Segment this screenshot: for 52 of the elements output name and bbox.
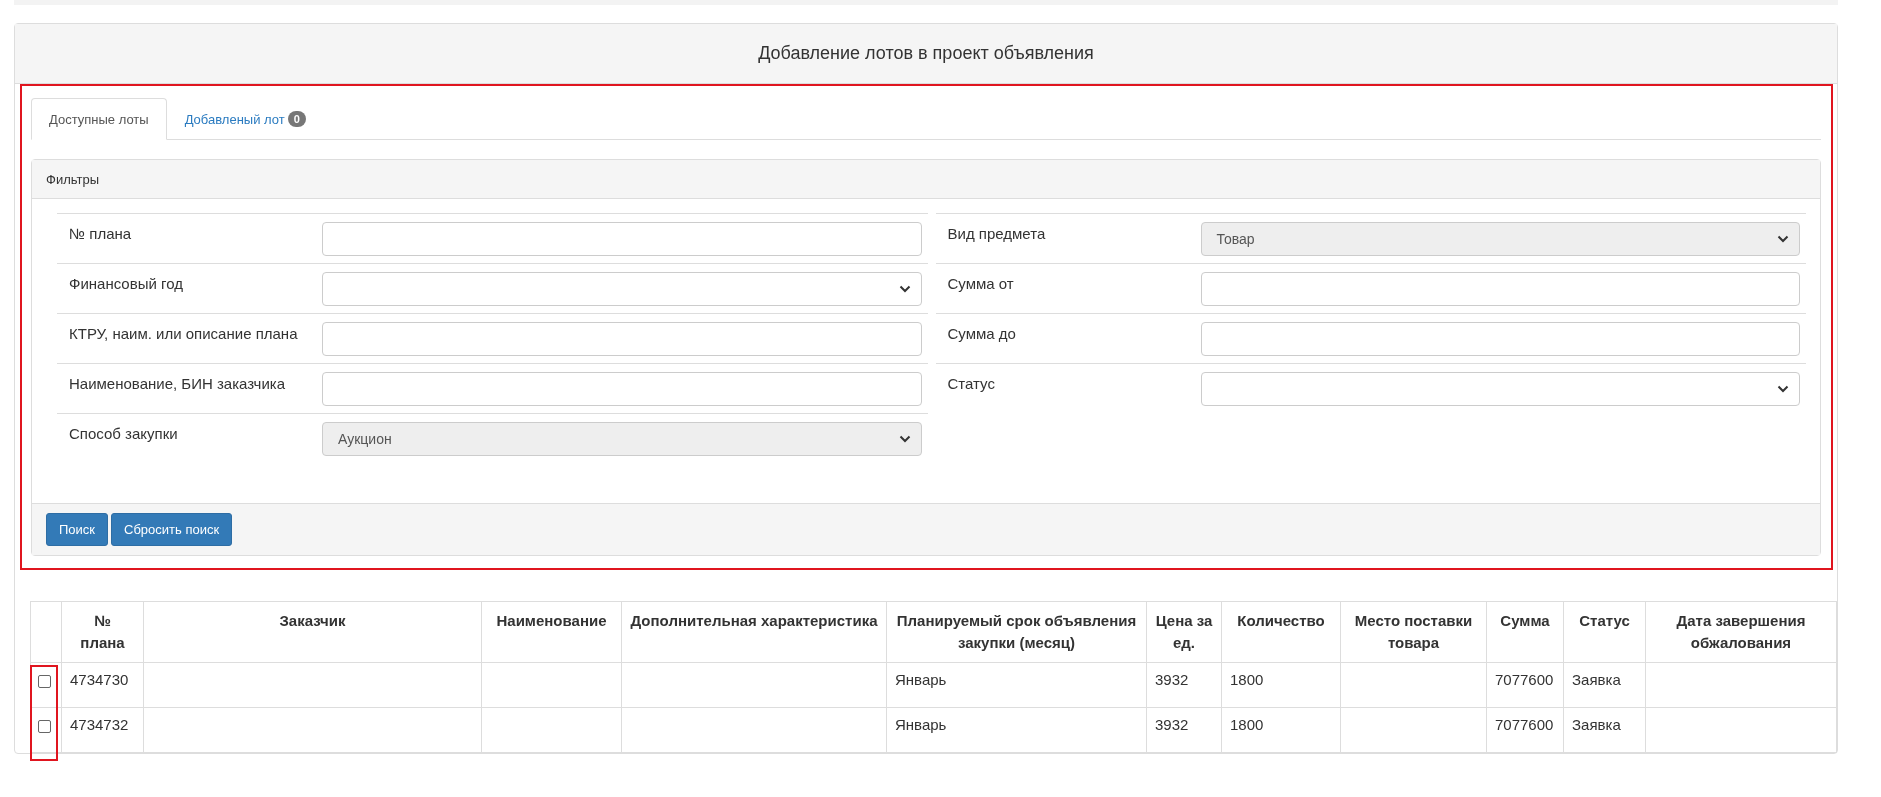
- chevron-down-icon: [1777, 385, 1789, 393]
- column-header: Цена за ед.: [1146, 601, 1222, 663]
- table-cell: Январь: [886, 662, 1147, 708]
- input-field[interactable]: [322, 322, 922, 356]
- input-field[interactable]: [1200, 322, 1800, 356]
- table-cell: 4734730: [61, 662, 144, 708]
- chevron-down-icon: [898, 435, 911, 443]
- column-header: № плана: [61, 601, 144, 663]
- field-label: № плана: [68, 224, 133, 244]
- input-field[interactable]: [1200, 272, 1800, 306]
- search-button[interactable]: Поиск: [46, 513, 109, 546]
- table-cell: 4734732: [61, 707, 144, 753]
- select-field[interactable]: [1200, 372, 1800, 406]
- table-cell: 3932: [1146, 707, 1222, 753]
- column-header: Место поставки товара: [1340, 601, 1487, 663]
- row-checkbox[interactable]: [38, 675, 51, 688]
- column-header: Планируемый срок объявления закупки (месяц): [886, 601, 1147, 663]
- field-label: Статус: [946, 374, 996, 394]
- table-cell: 3932: [1146, 662, 1222, 708]
- table-cell: Январь: [886, 707, 1147, 753]
- field-label: Вид предмета: [946, 224, 1047, 244]
- column-header: Сумма: [1486, 601, 1564, 663]
- select-field[interactable]: [322, 272, 922, 306]
- field-label: Сумма до: [946, 324, 1017, 344]
- count-badge: 0: [287, 111, 306, 127]
- table-cell: Заявка: [1563, 707, 1646, 753]
- row-checkbox[interactable]: [38, 720, 51, 733]
- table-cell: Заявка: [1563, 662, 1646, 708]
- field-label: Наименование, БИН заказчика: [68, 374, 287, 394]
- field-label: Способ закупки: [68, 424, 179, 444]
- input-field[interactable]: [322, 222, 922, 256]
- table-cell: 1800: [1221, 662, 1341, 708]
- panel-title: Добавление лотов в проект объявления: [758, 43, 1094, 64]
- chevron-down-icon: [1777, 235, 1789, 243]
- search-button[interactable]: Сбросить поиск: [111, 513, 233, 546]
- table-cell: 1800: [1221, 707, 1341, 753]
- table-cell: 7077600: [1486, 707, 1564, 753]
- column-header: Количество: [1221, 601, 1341, 663]
- tab[interactable]: Доступные лоты: [31, 98, 167, 140]
- input-field[interactable]: [322, 372, 922, 406]
- column-header: Наименование: [481, 601, 622, 663]
- column-header: Дата завершения обжалования: [1645, 601, 1837, 663]
- tab[interactable]: Добавленый лот 0: [166, 98, 324, 140]
- table-cell: 7077600: [1486, 662, 1564, 708]
- column-header: Дополнительная характеристика: [621, 601, 887, 663]
- chevron-down-icon: [898, 285, 911, 293]
- column-header: Статус: [1563, 601, 1646, 663]
- column-header: Заказчик: [143, 601, 482, 663]
- field-label: Финансовый год: [68, 274, 184, 294]
- field-label: Сумма от: [946, 274, 1015, 294]
- field-label: КТРУ, наим. или описание плана: [68, 324, 299, 344]
- filters-title: Фильтры: [46, 171, 99, 187]
